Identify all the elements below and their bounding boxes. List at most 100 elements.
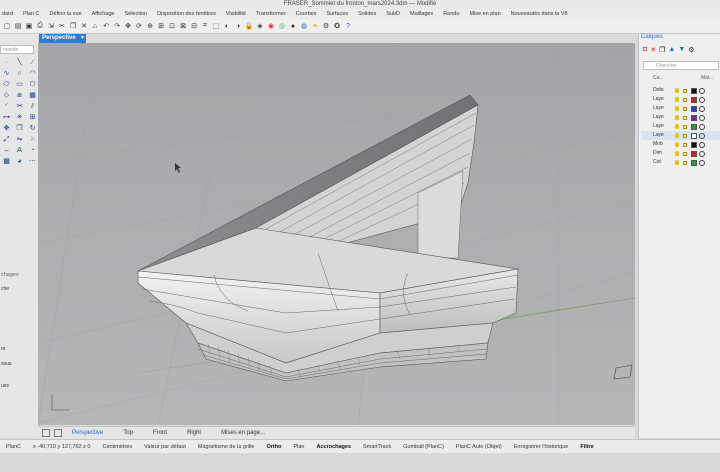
delete-layer-icon[interactable]: ✕ (650, 46, 656, 54)
move-tool-icon[interactable]: ✥ (1, 124, 12, 133)
paste-icon[interactable]: ⌂ (90, 21, 100, 31)
layer-row[interactable]: Laye (641, 113, 720, 122)
options-gear-icon[interactable]: ⚙ (321, 21, 331, 31)
arc-tool-icon[interactable]: ◠ (27, 69, 38, 78)
layer-row[interactable]: Laye (641, 122, 720, 131)
lock-icon[interactable] (683, 151, 687, 156)
zoom-icon[interactable]: ⊕ (145, 21, 155, 31)
array-tool-icon[interactable]: ⁙ (27, 135, 38, 144)
zoom-selected-icon[interactable]: ⊠ (178, 21, 188, 31)
analyze-tool-icon[interactable]: ◔ (27, 146, 38, 155)
layer-row[interactable]: Laye (641, 131, 720, 140)
ellipse-tool-icon[interactable]: ⬭ (1, 80, 12, 89)
panel-row[interactable] (0, 308, 38, 316)
layer-color-swatch[interactable] (691, 132, 697, 139)
menu-item[interactable]: Disposition des fenêtres (157, 9, 216, 19)
tab-right[interactable]: Right (177, 430, 211, 436)
rotate-view-icon[interactable]: ⟳ (134, 21, 144, 31)
layer-color-swatch[interactable] (691, 159, 697, 166)
status-toggle[interactable]: PlanC Auto (Objet) (450, 444, 508, 450)
material-circle-icon[interactable] (699, 96, 705, 103)
material-circle-icon[interactable] (699, 150, 705, 157)
lock-icon[interactable] (683, 133, 687, 138)
panel-row[interactable] (0, 368, 38, 376)
menu-item[interactable]: Transformer (256, 9, 286, 19)
layer-color-swatch[interactable] (691, 105, 697, 112)
panel-tab-layers[interactable]: Calques (641, 34, 663, 40)
render-icon[interactable]: ◍ (299, 21, 309, 31)
status-toggle[interactable]: SmartTrack (357, 444, 397, 450)
panel-row[interactable]: sous (0, 361, 38, 369)
zoom-window-icon[interactable]: ⊞ (156, 21, 166, 31)
tab-layouts[interactable]: Mises en page... (211, 430, 275, 436)
material-circle-icon[interactable] (699, 87, 705, 94)
cut-icon[interactable]: ✂ (57, 21, 67, 31)
surface-tool-icon[interactable]: ◇ (1, 91, 12, 100)
lock-icon[interactable] (683, 124, 687, 129)
panel-row[interactable] (0, 353, 38, 361)
status-toggle[interactable]: Filtre (574, 444, 599, 450)
menu-item[interactable]: Visibilité (226, 9, 246, 19)
lock-icon[interactable] (683, 115, 687, 120)
lock-icon[interactable] (683, 160, 687, 165)
mirror-tool-icon[interactable]: ⇋ (14, 135, 25, 144)
redo-icon[interactable]: ↷ (112, 21, 122, 31)
add-viewport-icon[interactable] (42, 429, 50, 437)
render-sphere-icon[interactable]: ● (288, 21, 298, 31)
trim-tool-icon[interactable]: ✂ (14, 102, 25, 111)
menu-item[interactable]: Définir la vue (50, 9, 82, 19)
print-icon[interactable]: ⎙ (35, 21, 45, 31)
material-circle-icon[interactable] (699, 141, 705, 148)
panel-row[interactable] (0, 316, 38, 324)
viewport-title[interactable]: Perspective (39, 34, 79, 43)
move-up-icon[interactable]: ▲ (668, 46, 675, 54)
layer-color-swatch[interactable] (691, 96, 697, 103)
pan-icon[interactable]: ✥ (123, 21, 133, 31)
solid-tool-icon[interactable]: ▦ (27, 91, 38, 100)
panel-row[interactable] (0, 331, 38, 339)
lock-icon[interactable]: 🔒 (244, 21, 254, 31)
material-circle-icon[interactable] (699, 159, 705, 166)
text-tool-icon[interactable]: A (14, 146, 25, 155)
menu-item[interactable]: Affichage (92, 9, 115, 19)
group-tool-icon[interactable]: ⊞ (27, 113, 38, 122)
layer-row[interactable]: Defa (641, 86, 720, 95)
status-toggle[interactable]: Accrochages (310, 444, 357, 450)
new-file-icon[interactable]: ▢ (2, 21, 12, 31)
status-toggle[interactable]: Ortho (260, 444, 287, 450)
column-name[interactable]: Ca... (643, 75, 664, 81)
lock-icon[interactable] (683, 142, 687, 147)
layer-row[interactable]: Cot (641, 158, 720, 167)
panel-row[interactable]: re (0, 346, 38, 354)
rotate-tool-icon[interactable]: ↻ (27, 124, 38, 133)
explode-tool-icon[interactable]: ✳ (14, 113, 25, 122)
mesh-tool-icon[interactable]: ▩ (1, 157, 12, 166)
layer-row[interactable]: Laye (641, 104, 720, 113)
scale-tool-icon[interactable]: ⤢ (1, 135, 12, 144)
layer-row[interactable]: Laye (641, 95, 720, 104)
fillet-tool-icon[interactable]: ◜ (1, 102, 12, 111)
status-toggle[interactable]: Enregistrer l'historique (508, 444, 575, 450)
rectangle-tool-icon[interactable]: ▭ (14, 80, 25, 89)
menu-item[interactable]: Maillages (410, 9, 433, 19)
lock-icon[interactable] (683, 88, 687, 93)
select-icon[interactable]: ⬚ (211, 21, 221, 31)
layer-color-swatch[interactable] (691, 150, 697, 157)
dimension-tool-icon[interactable]: ↔ (1, 146, 12, 155)
lock-icon[interactable] (683, 97, 687, 102)
delete-icon[interactable]: ✕ (79, 21, 89, 31)
viewport-menu-chevron-icon[interactable]: ▾ (79, 34, 86, 43)
panel-row[interactable] (0, 338, 38, 346)
cplane-icon[interactable]: ⌗ (200, 21, 210, 31)
osnap-icon[interactable]: ✪ (332, 21, 342, 31)
save-icon[interactable]: ▣ (24, 21, 34, 31)
line-tool-icon[interactable]: ╲ (14, 58, 25, 67)
polyline-tool-icon[interactable]: ⟋ (27, 58, 38, 67)
visibility-lightbulb-icon[interactable] (675, 124, 679, 129)
layer-filter-icon[interactable]: ❐ (659, 46, 665, 54)
status-toggle[interactable]: Gumball (PlanC) (397, 444, 450, 450)
hide-icon[interactable]: ◐ (222, 21, 232, 31)
visibility-lightbulb-icon[interactable] (675, 151, 679, 156)
material-circle-icon[interactable] (699, 114, 705, 121)
material-circle-icon[interactable] (699, 132, 705, 139)
